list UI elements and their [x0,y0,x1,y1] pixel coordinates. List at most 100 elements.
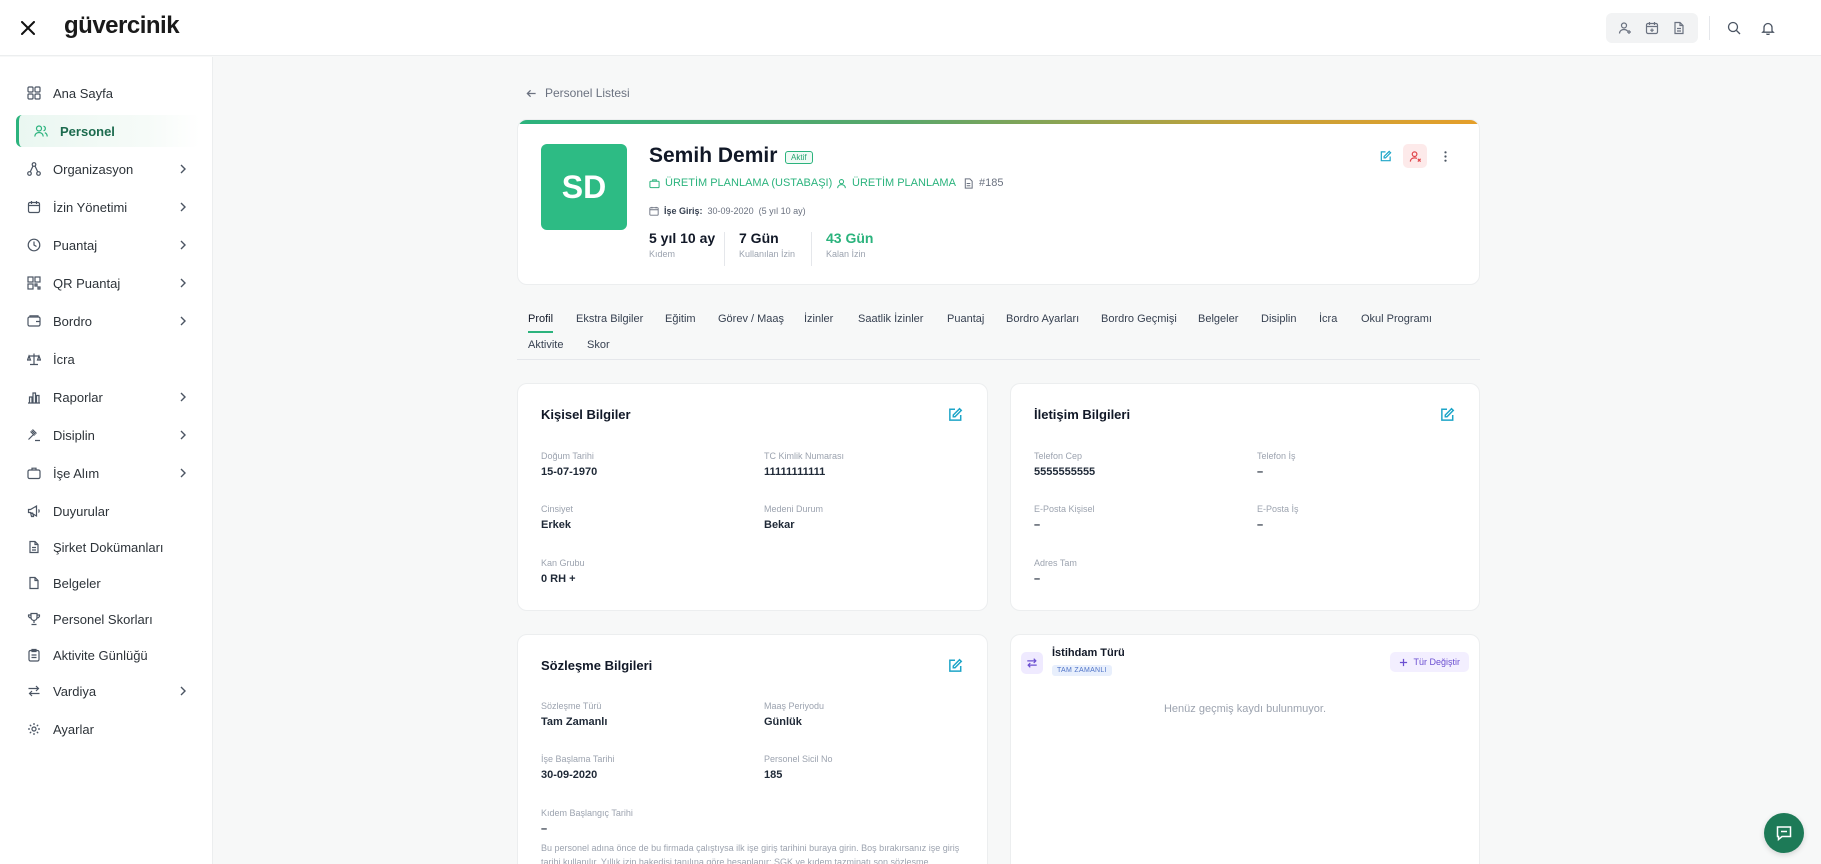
employee-department: ÜRETİM PLANLAMA [836,177,956,189]
tab-puantaj[interactable]: Puantaj [947,313,984,331]
deactivate-user-button[interactable] [1403,144,1427,168]
sidebar-item-duyurular[interactable]: Duyurular [16,495,200,527]
more-options-icon[interactable] [1433,144,1457,168]
field-label: E-Posta Kişisel [1034,504,1095,514]
sidebar-item-personel[interactable]: Personel [16,115,200,147]
field-salary-period: Maaş Periyodu Günlük [764,701,824,728]
sidebar-item-aktivite-gunlugu[interactable]: Aktivite Günlüğü [16,639,200,671]
back-to-personel-list[interactable]: Personel Listesi [526,86,630,100]
sidebar-item-ana-sayfa[interactable]: Ana Sayfa [16,77,200,109]
gear-icon [26,721,42,737]
chevron-right-icon [180,316,186,326]
tab-bordro-ayarlari[interactable]: Bordro Ayarları [1006,313,1079,331]
field-label: Telefon Cep [1034,451,1083,461]
tab-belgeler[interactable]: Belgeler [1198,313,1238,331]
user-add-icon[interactable] [1613,16,1637,40]
field-address: Adres Tam – [1034,558,1077,585]
start-date: İşe Giriş: 30-09-2020 (5 yıl 10 ay) [649,206,806,216]
avatar: SD [541,144,627,230]
qr-icon [26,275,42,291]
tab-profil[interactable]: Profil [528,313,554,333]
stat-seniority: 5 yıl 10 ay Kıdem [649,230,715,259]
tab-ekstra-bilgiler[interactable]: Ekstra Bilgiler [576,313,643,331]
document-icon[interactable] [1667,16,1691,40]
edit-icon[interactable] [947,658,963,674]
arrow-left-icon [526,89,536,97]
tab-icra[interactable]: İcra [1319,313,1337,331]
profile-accent-bar [518,120,1479,124]
sidebar-item-organizasyon[interactable]: Organizasyon [16,153,200,185]
gavel-icon [26,427,42,443]
briefcase-icon [26,465,42,481]
field-value: Bekar [764,519,795,531]
chat-icon [1776,826,1792,842]
chat-button[interactable] [1764,813,1804,853]
start-duration: (5 yıl 10 ay) [758,206,806,216]
profile-tabs: Profil Ekstra Bilgiler Eğitim Görev / Ma… [517,307,1480,360]
tab-saatlik-izinler[interactable]: Saatlik İzinler [858,313,923,331]
user-remove-icon [1409,150,1421,162]
card-title: Sözleşme Bilgileri [541,658,653,673]
position-label: ÜRETİM PLANLAMA (USTABAŞI) [665,177,833,189]
field-value: – [1034,519,1041,531]
seniority-help-text: Bu personel adına önce de bu firmada çal… [541,843,960,864]
start-date-value: 30-09-2020 [707,206,754,216]
tab-disiplin[interactable]: Disiplin [1261,313,1296,331]
field-label: Sözleşme Türü [541,701,602,711]
contract-info-card: Sözleşme Bilgileri Sözleşme Türü Tam Zam… [517,634,988,864]
sidebar-item-vardiya[interactable]: Vardiya [16,675,200,707]
sidebar-item-bordro[interactable]: Bordro [16,305,200,337]
field-value: – [541,823,548,835]
tab-aktivite[interactable]: Aktivite [528,339,563,357]
sidebar-item-raporlar[interactable]: Raporlar [16,381,200,413]
swap-icon [1021,652,1043,674]
sidebar-item-personel-skorlari[interactable]: Personel Skorları [16,603,200,635]
sidebar-item-ise-alim[interactable]: İşe Alım [16,457,200,489]
sidebar-item-izin-yonetimi[interactable]: İzin Yönetimi [16,191,200,223]
sidebar-item-icra[interactable]: İcra [16,343,200,375]
field-label: İşe Başlama Tarihi [541,754,615,764]
field-label: Doğum Tarihi [541,451,594,461]
sidebar-item-puantaj[interactable]: Puantaj [16,229,200,261]
sidebar-item-ayarlar[interactable]: Ayarlar [16,713,200,745]
edit-profile-button[interactable] [1373,144,1397,168]
field-label: Cinsiyet [541,504,574,514]
tab-izinler[interactable]: İzinler [804,313,833,331]
employment-type-badge: TAM ZAMANLI [1052,665,1112,676]
contact-info-card: İletişim Bilgileri Telefon Cep 555555555… [1010,383,1480,611]
app-logo: güvercinik [64,12,180,39]
calendar-add-icon[interactable] [1640,16,1664,40]
field-tc-number: TC Kimlik Numarası 11111111111 [764,451,844,478]
sidebar-item-sirket-dokumanlari[interactable]: Şirket Dokümanları [16,531,200,563]
sidebar-item-label: QR Puantaj [53,275,121,291]
divider [811,232,812,266]
field-contract-type: Sözleşme Türü Tam Zamanlı [541,701,607,728]
close-icon[interactable] [18,18,38,38]
sidebar-item-belgeler[interactable]: Belgeler [16,567,200,599]
search-icon[interactable] [1722,16,1746,40]
bell-icon[interactable] [1756,16,1780,40]
tab-bordro-gecmisi[interactable]: Bordro Geçmişi [1101,313,1177,331]
status-badge: Aktif [785,151,813,164]
chevron-right-icon [180,202,186,212]
edit-icon[interactable] [1439,407,1455,423]
stat-value: 7 Gün [739,230,779,246]
stat-used-leave: 7 Gün Kullanılan İzin [739,230,795,259]
field-value: – [1257,466,1264,478]
tab-gorev-maas[interactable]: Görev / Maaş [718,313,784,331]
edit-icon[interactable] [947,407,963,423]
field-label: Maaş Periyodu [764,701,825,711]
sidebar-item-label: Vardiya [53,683,97,699]
field-value: 30-09-2020 [541,769,598,781]
sidebar-item-disiplin[interactable]: Disiplin [16,419,200,451]
change-type-button[interactable]: Tür Değiştir [1390,652,1469,672]
sidebar-item-label: Disiplin [53,427,95,443]
tab-egitim[interactable]: Eğitim [665,313,696,331]
chevron-right-icon [180,430,186,440]
sidebar-item-label: Ayarlar [53,721,94,737]
stat-value: 43 Gün [826,230,874,246]
tab-skor[interactable]: Skor [587,339,610,357]
sidebar-item-qr-puantaj[interactable]: QR Puantaj [16,267,200,299]
field-start-date: İşe Başlama Tarihi 30-09-2020 [541,754,614,781]
tab-okul-programi[interactable]: Okul Programı [1361,313,1432,331]
